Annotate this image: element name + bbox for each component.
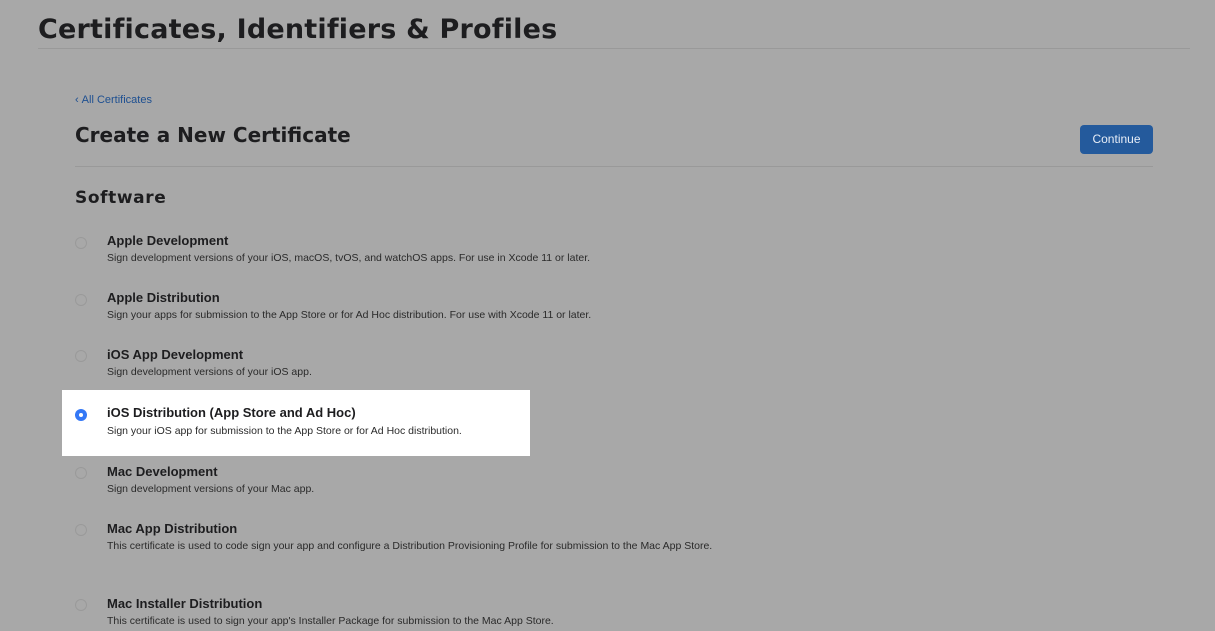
radio-button[interactable] [75, 237, 87, 249]
option-description: Sign development versions of your Mac ap… [107, 483, 315, 495]
option-name: Mac Installer Distribution [107, 596, 263, 611]
radio-button[interactable] [75, 350, 87, 362]
option-name: Mac Development [107, 464, 218, 479]
option-description: Sign your apps for submission to the App… [107, 309, 592, 321]
page-title: Certificates, Identifiers & Profiles [38, 14, 558, 45]
software-group-title: Software [75, 188, 167, 208]
radio-button[interactable] [75, 524, 87, 536]
option-description: Sign development versions of your iOS, m… [107, 252, 591, 264]
option-name: iOS Distribution (App Store and Ad Hoc) [107, 405, 356, 420]
option-ios-distribution[interactable]: iOS Distribution (App Store and Ad Hoc) … [62, 390, 530, 456]
radio-button[interactable] [75, 294, 87, 306]
chevron-left-icon: ‹ [75, 94, 79, 106]
continue-button[interactable]: Continue [1080, 125, 1153, 154]
option-apple-distribution[interactable]: Apple Distribution Sign your apps for su… [62, 288, 591, 328]
option-name: Apple Development [107, 233, 229, 248]
option-name: Mac App Distribution [107, 521, 238, 536]
title-divider [38, 48, 1190, 49]
header-divider [75, 166, 1153, 167]
option-description: This certificate is used to code sign yo… [107, 540, 713, 552]
option-apple-development[interactable]: Apple Development Sign development versi… [62, 230, 590, 270]
option-name: Apple Distribution [107, 290, 220, 305]
option-description: Sign development versions of your iOS ap… [107, 366, 312, 378]
option-mac-development[interactable]: Mac Development Sign development version… [62, 462, 530, 502]
back-link-label: All Certificates [81, 94, 152, 106]
option-description: Sign your iOS app for submission to the … [107, 425, 462, 437]
option-name: iOS App Development [107, 347, 244, 362]
back-link-all-certificates[interactable]: ‹ All Certificates [75, 92, 152, 108]
radio-button[interactable] [75, 467, 87, 479]
option-mac-installer-distribution[interactable]: Mac Installer Distribution This certific… [62, 594, 554, 630]
option-description: This certificate is used to sign your ap… [107, 615, 554, 627]
option-mac-app-distribution[interactable]: Mac App Distribution This certificate is… [62, 519, 712, 574]
section-title: Create a New Certificate [75, 123, 351, 147]
option-ios-app-development[interactable]: iOS App Development Sign development ver… [62, 345, 530, 385]
radio-button-selected[interactable] [75, 409, 87, 421]
radio-button[interactable] [75, 599, 87, 611]
